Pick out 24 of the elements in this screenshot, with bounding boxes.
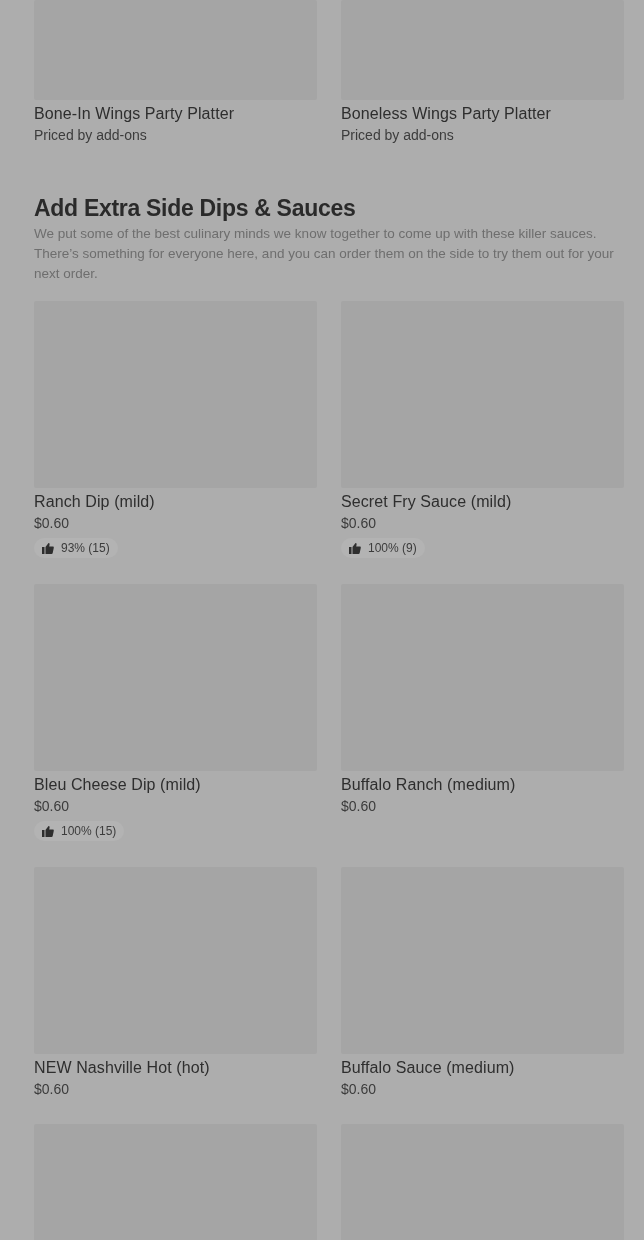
item-name: Buffalo Ranch (medium) [341,775,517,795]
thumbs-up-icon [42,542,54,554]
section-description: We put some of the best culinary minds we know together to come up with these killer sauces. There’s something for everyone here, and you can order them on the side to try them out for your next order. [34,225,615,283]
item-name: Boneless Wings Party Platter [341,104,552,124]
item-name: Buffalo Sauce (medium) [341,1058,516,1078]
section-title: Add Extra Side Dips & Sauces [34,194,357,222]
thumbs-up-icon [349,542,361,554]
item-price: $0.60 [341,1081,378,1098]
rating-badge: 100% (15) [34,821,125,841]
thumbs-up-icon [42,825,54,837]
rating-badge: 100% (9) [341,538,425,558]
item-price: $0.60 [341,515,378,532]
item-price: $0.60 [34,1081,71,1098]
item-name: Bleu Cheese Dip (mild) [34,775,202,795]
item-price: $0.60 [34,515,71,532]
item-subtitle: Priced by add-ons [341,127,455,144]
item-name: Ranch Dip (mild) [34,492,156,512]
item-name: NEW Nashville Hot (hot) [34,1058,211,1078]
item-subtitle: Priced by add-ons [34,127,148,144]
item-price: $0.60 [341,798,378,815]
rating-badge: 93% (15) [34,538,118,558]
item-name: Bone-In Wings Party Platter [34,104,236,124]
item-price: $0.60 [34,798,71,815]
item-name: Secret Fry Sauce (mild) [341,492,513,512]
